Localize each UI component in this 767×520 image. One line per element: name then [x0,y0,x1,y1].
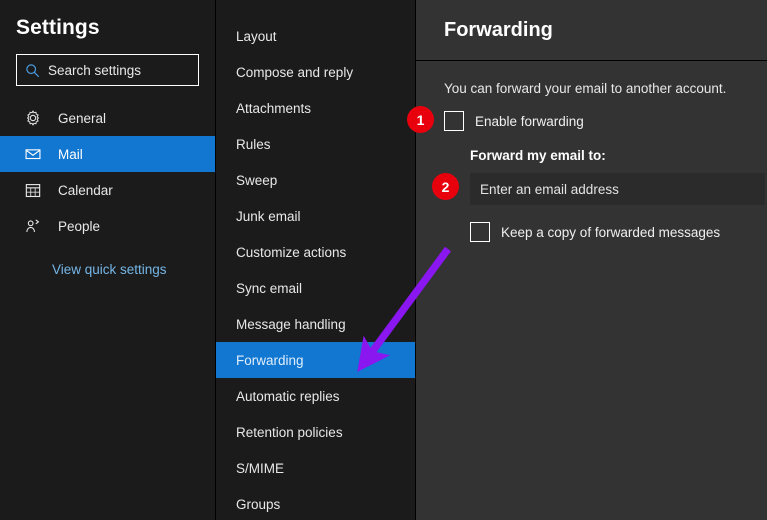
keep-copy-label: Keep a copy of forwarded messages [501,224,721,240]
panel-header: Forwarding [416,0,767,61]
envelope-icon [25,149,41,160]
midcolumn-item-smime[interactable]: S/MIME [216,450,415,486]
midcolumn-item-customize-actions[interactable]: Customize actions [216,234,415,270]
annotation-badge-2: 2 [432,173,459,200]
midcolumn-item-automatic-replies[interactable]: Automatic replies [216,378,415,414]
sidebar-item-label: Mail [58,146,83,162]
panel-description: You can forward your email to another ac… [444,81,727,96]
enable-forwarding-row[interactable]: Enable forwarding [444,110,767,132]
panel-title: Forwarding [444,18,553,41]
people-icon [26,219,40,232]
enable-forwarding-label: Enable forwarding [475,113,584,129]
panel-body: You can forward your email to another ac… [416,61,767,243]
sidebar-item-general[interactable]: General [0,100,215,136]
midcolumn-item-retention-policies[interactable]: Retention policies [216,414,415,450]
search-input[interactable] [48,62,225,78]
sidebar-item-calendar[interactable]: Calendar [0,172,215,208]
sidebar-item-mail[interactable]: Mail [0,136,215,172]
gear-icon [27,110,39,126]
midcolumn-item-compose-and-reply[interactable]: Compose and reply [216,54,415,90]
sidebar-nav-list: General Mail Calendar People [0,100,215,244]
forwarding-panel: Forwarding You can forward your email to… [416,0,767,520]
view-quick-settings-link[interactable]: View quick settings [0,262,215,277]
midcolumn-item-junk-email[interactable]: Junk email [216,198,415,234]
sidebar-item-people[interactable]: People [0,208,215,244]
email-address-input[interactable] [480,181,765,197]
enable-forwarding-checkbox[interactable] [444,111,464,131]
midcolumn-item-rules[interactable]: Rules [216,126,415,162]
sidebar-item-label: People [58,218,101,234]
settings-window: Settings General Mail [0,0,767,520]
sidebar-item-label: Calendar [58,182,113,198]
mail-settings-nav: Layout Compose and reply Attachments Rul… [216,0,416,520]
midcolumn-item-message-handling[interactable]: Message handling [216,306,415,342]
calendar-icon [25,184,41,198]
email-address-field[interactable] [470,173,765,205]
midcolumn-item-sweep[interactable]: Sweep [216,162,415,198]
page-title: Settings [16,16,100,39]
midcolumn-item-groups[interactable]: Groups [216,486,415,520]
midcolumn-item-sync-email[interactable]: Sync email [216,270,415,306]
annotation-badge-1: 1 [407,106,434,133]
keep-copy-checkbox[interactable] [470,222,490,242]
settings-sidebar: Settings General Mail [0,0,225,520]
forward-to-label: Forward my email to: [470,148,606,163]
midcolumn-item-attachments[interactable]: Attachments [216,90,415,126]
search-settings-box[interactable] [16,54,225,86]
keep-copy-row[interactable]: Keep a copy of forwarded messages [470,221,767,243]
midcolumn-item-forwarding[interactable]: Forwarding [216,342,415,378]
sidebar-item-label: General [58,110,107,126]
midcolumn-item-layout[interactable]: Layout [216,18,415,54]
search-icon [26,63,40,77]
